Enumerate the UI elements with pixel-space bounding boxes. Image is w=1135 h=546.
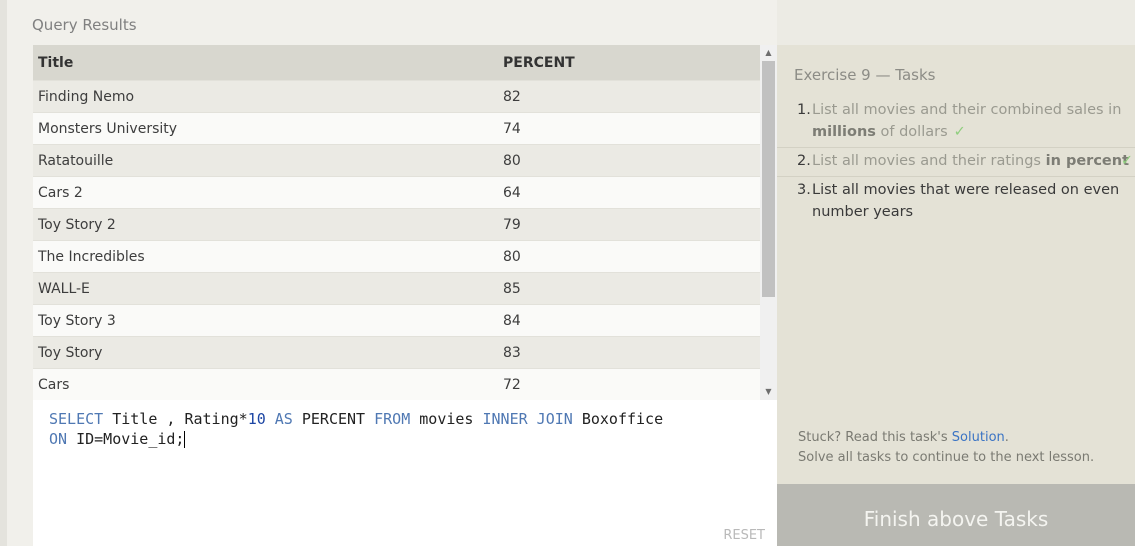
task-item-1: 1. List all movies and their combined sa…: [777, 97, 1135, 148]
task-item-3: 3. List all movies that were released on…: [777, 177, 1135, 227]
cell-percent: 64: [498, 176, 760, 209]
cell-title: WALL-E: [33, 272, 498, 305]
task-text-part: List all movies and their combined sales…: [812, 102, 1122, 118]
cell-percent: 82: [498, 80, 760, 113]
scroll-up-arrow-icon[interactable]: ▲: [760, 45, 777, 61]
cell-title: Toy Story 3: [33, 304, 498, 337]
left-edge-strip: [0, 0, 7, 546]
cell-percent: 85: [498, 272, 760, 305]
table-row: Toy Story 83: [33, 336, 760, 369]
stuck-suffix: .: [1004, 430, 1009, 445]
task-number: 2.: [797, 153, 811, 169]
column-header-percent: PERCENT: [498, 45, 760, 81]
checkmark-icon: ✓: [953, 124, 966, 140]
cell-title: Toy Story 2: [33, 208, 498, 241]
task-text: List all movies and their ratings in per…: [812, 153, 1129, 169]
sql-text: PERCENT: [292, 410, 375, 428]
exercise-panel: Exercise 9 — Tasks 1. List all movies an…: [777, 45, 1135, 546]
cell-title: Toy Story: [33, 336, 498, 369]
table-row: The Incredibles 80: [33, 240, 760, 273]
task-text-part: of dollars: [875, 124, 948, 140]
table-header-row: Title PERCENT: [33, 45, 760, 81]
results-scrollbar[interactable]: ▲ ▼: [760, 45, 777, 400]
finish-tasks-button[interactable]: Finish above Tasks: [777, 484, 1135, 546]
stuck-prefix: Stuck? Read this task's: [798, 430, 952, 445]
table-row: WALL-E 85: [33, 272, 760, 305]
sql-text: movies: [410, 410, 483, 428]
cell-percent: 74: [498, 112, 760, 145]
scroll-down-arrow-icon[interactable]: ▼: [760, 384, 777, 400]
task-number: 3.: [797, 182, 811, 198]
task-list: 1. List all movies and their combined sa…: [777, 97, 1135, 227]
sql-number: 10: [247, 410, 266, 428]
task-text: List all movies that were released on ev…: [812, 182, 1120, 220]
task-number: 1.: [797, 102, 811, 118]
cell-percent: 83: [498, 336, 760, 369]
stuck-hint: Stuck? Read this task's Solution.: [798, 430, 1009, 445]
code-line-2: ON ID=Movie_id;: [49, 430, 186, 448]
table-row: Finding Nemo 82: [33, 80, 760, 113]
sql-keyword: FROM: [374, 410, 411, 428]
cell-percent: 79: [498, 208, 760, 241]
results-table: Title PERCENT Finding Nemo 82 Monsters U…: [33, 45, 760, 400]
reset-button[interactable]: RESET: [723, 528, 765, 543]
cell-title: Ratatouille: [33, 144, 498, 177]
table-row: Monsters University 74: [33, 112, 760, 145]
right-panel-top: [777, 0, 1135, 45]
cell-percent: 84: [498, 304, 760, 337]
task-item-2: 2. List all movies and their ratings in …: [777, 148, 1135, 177]
task-emphasis: in percent: [1045, 153, 1129, 169]
app-window: Query Results Title PERCENT Finding Nemo…: [0, 0, 1135, 546]
solution-link[interactable]: Solution: [952, 430, 1005, 445]
cell-title: Cars: [33, 368, 498, 400]
sql-text: Title , Rating*: [103, 410, 248, 428]
cell-title: Finding Nemo: [33, 80, 498, 113]
results-title: Query Results: [32, 16, 137, 34]
solve-all-hint: Solve all tasks to continue to the next …: [798, 450, 1095, 465]
task-text-part: List all movies and their ratings: [812, 153, 1046, 169]
table-row: Ratatouille 80: [33, 144, 760, 177]
cell-title: The Incredibles: [33, 240, 498, 273]
text-cursor: [184, 431, 186, 448]
sql-keyword: AS: [274, 410, 293, 428]
cell-percent: 72: [498, 368, 760, 400]
cell-percent: 80: [498, 240, 760, 273]
query-panel: Query Results Title PERCENT Finding Nemo…: [7, 0, 777, 546]
sql-editor[interactable]: SELECT Title , Rating*10 AS PERCENT FROM…: [33, 400, 777, 546]
table-row: Cars 2 64: [33, 176, 760, 209]
cell-percent: 80: [498, 144, 760, 177]
cell-title: Monsters University: [33, 112, 498, 145]
sql-keyword: ON: [49, 430, 68, 448]
table-row: Cars 72: [33, 368, 760, 400]
code-line-1: SELECT Title , Rating*10 AS PERCENT FROM…: [49, 410, 663, 428]
table-row: Toy Story 2 79: [33, 208, 760, 241]
cell-title: Cars 2: [33, 176, 498, 209]
task-emphasis: millions: [812, 124, 876, 140]
column-header-title: Title: [33, 45, 498, 81]
results-table-container[interactable]: Title PERCENT Finding Nemo 82 Monsters U…: [33, 45, 760, 400]
exercise-title: Exercise 9 — Tasks: [794, 66, 936, 84]
sql-text: Boxoffice: [572, 410, 664, 428]
sql-keyword: INNER JOIN: [482, 410, 573, 428]
sql-keyword: SELECT: [49, 410, 104, 428]
scrollbar-thumb[interactable]: [762, 61, 775, 297]
sql-text: ID=Movie_id;: [67, 430, 185, 448]
task-text: List all movies and their combined sales…: [812, 102, 1121, 140]
table-row: Toy Story 3 84: [33, 304, 760, 337]
checkmark-icon: ✓: [1120, 153, 1133, 169]
